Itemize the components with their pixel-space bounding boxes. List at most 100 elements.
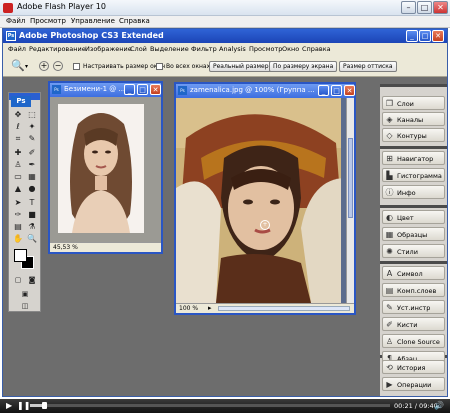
zoom-out-icon[interactable]: − <box>53 61 63 71</box>
healing-brush-tool-icon[interactable]: ✚ <box>12 148 24 158</box>
ps-logo: Ps <box>11 96 31 107</box>
flash-menu-file[interactable]: Файл <box>6 17 25 25</box>
document-canvas[interactable] <box>50 97 161 242</box>
zoom-in-icon[interactable]: + <box>39 61 49 71</box>
crop-tool-icon[interactable]: ⌗ <box>12 134 24 144</box>
panel-button-actions[interactable]: ▶ Операции <box>382 377 445 391</box>
document-window-zamenalica[interactable]: Ps zamenalica.jpg @ 100% (Группа ... _ □… <box>174 82 356 315</box>
panel-button-tool-presets[interactable]: ✎ Уст.инстр <box>382 300 445 314</box>
ps-maximize-button[interactable]: □ <box>419 30 431 42</box>
photoshop-titlebar: Ps Adobe Photoshop CS3 Extended _ □ ✕ <box>3 29 447 43</box>
ps-menu-layer[interactable]: Слой <box>130 45 147 53</box>
ps-menu-analysis[interactable]: Analysis <box>219 45 246 53</box>
resize-windows-checkbox[interactable] <box>73 63 80 70</box>
document-titlebar[interactable]: Ps zamenalica.jpg @ 100% (Группа ... _ □… <box>176 84 355 98</box>
dodge-tool-icon[interactable]: ● <box>26 184 38 194</box>
ps-menu-edit[interactable]: Редактирование <box>29 45 86 53</box>
status-menu-arrow-icon[interactable]: ▸ <box>208 304 212 313</box>
progress-bar[interactable] <box>30 402 390 409</box>
pause-icon[interactable]: ❚❚ <box>17 401 30 410</box>
panel-button-color[interactable]: ◐ Цвет <box>382 210 445 224</box>
all-windows-checkbox[interactable] <box>156 63 163 70</box>
ps-menu-filter[interactable]: Фильтр <box>191 45 217 53</box>
ps-close-button[interactable]: ✕ <box>432 30 444 42</box>
panel-button-layer-comps[interactable]: ▤ Комп.слоев <box>382 283 445 297</box>
maximize-button[interactable]: □ <box>417 1 432 14</box>
volume-icon[interactable]: 🔊 <box>434 401 444 410</box>
panel-button-brushes[interactable]: ✐ Кисти <box>382 317 445 331</box>
panel-button-navigator[interactable]: ⊞ Навигатор <box>382 151 445 165</box>
document-canvas[interactable]: + <box>176 98 354 303</box>
ps-minimize-button[interactable]: _ <box>406 30 418 42</box>
gradient-tool-icon[interactable]: ▦ <box>26 172 38 182</box>
ps-menu-view[interactable]: Просмотр <box>249 45 282 53</box>
ps-menu-window[interactable]: Окно <box>282 45 299 53</box>
slice-tool-icon[interactable]: ✎ <box>26 134 38 144</box>
foreground-color-swatch[interactable] <box>14 249 27 262</box>
doc-close-button[interactable]: ✕ <box>150 84 161 95</box>
clone-stamp-tool-icon[interactable]: ♙ <box>12 160 24 170</box>
ps-menu-image[interactable]: Изображение <box>85 45 132 53</box>
resize-windows-label: Настраивать размер окон <box>83 63 166 70</box>
dropdown-arrow-icon[interactable]: ▾ <box>25 63 31 70</box>
scrollbar-thumb[interactable] <box>348 138 353 218</box>
channels-icon: ◈ <box>386 115 393 124</box>
standard-mode-icon[interactable]: ▢ <box>12 275 24 285</box>
blur-tool-icon[interactable]: ▲ <box>12 184 24 194</box>
print-size-button[interactable]: Размер оттиска <box>339 61 397 72</box>
document-titlebar[interactable]: Ps Безимени-1 @ ... _ □ ✕ <box>50 83 161 97</box>
pen-tool-icon[interactable]: ✑ <box>12 210 24 220</box>
panel-button-paths[interactable]: ◇ Контуры <box>382 128 445 142</box>
doc-minimize-button[interactable]: _ <box>124 84 135 95</box>
lasso-tool-icon[interactable]: ℓ <box>12 122 24 132</box>
vertical-scrollbar[interactable] <box>346 98 354 303</box>
zoom-tool-icon[interactable]: 🔍 <box>11 59 25 73</box>
panel-button-info[interactable]: ⓘ Инфо <box>382 185 445 199</box>
character-icon: A <box>386 269 393 278</box>
notes-tool-icon[interactable]: ▤ <box>12 222 24 232</box>
flash-menu-help[interactable]: Справка <box>119 17 150 25</box>
doc-maximize-button[interactable]: □ <box>137 84 148 95</box>
doc-close-button[interactable]: ✕ <box>344 85 355 96</box>
panel-button-character[interactable]: A Символ <box>382 266 445 280</box>
horizontal-scrollbar[interactable] <box>218 306 350 311</box>
screen-mode-icon[interactable]: ▣ <box>19 289 31 299</box>
ps-menu-file[interactable]: Файл <box>8 45 26 53</box>
close-button[interactable]: ✕ <box>433 1 448 14</box>
panel-button-history[interactable]: ⟲ История <box>382 360 445 374</box>
shape-tool-icon[interactable]: ■ <box>26 210 38 220</box>
history-brush-tool-icon[interactable]: ✒ <box>26 160 38 170</box>
play-icon[interactable]: ▶ <box>6 401 12 410</box>
flash-player-title: Adobe Flash Player 10 <box>17 2 106 11</box>
hand-tool-icon[interactable]: ✋ <box>12 234 24 244</box>
magic-wand-tool-icon[interactable]: ✦ <box>26 122 38 132</box>
actual-pixels-button[interactable]: Реальный размер <box>209 61 273 72</box>
panel-button-channels[interactable]: ◈ Каналы <box>382 112 445 126</box>
fit-screen-button[interactable]: По размеру экрана <box>269 61 338 72</box>
panel-button-histogram[interactable]: ▙ Гистограмма <box>382 168 445 182</box>
type-tool-icon[interactable]: T <box>26 198 38 208</box>
document-window-untitled[interactable]: Ps Безимени-1 @ ... _ □ ✕ 45,53 % <box>48 81 163 254</box>
flash-menu-control[interactable]: Управление <box>71 17 115 25</box>
ps-menu-help[interactable]: Справка <box>302 45 331 53</box>
eraser-tool-icon[interactable]: ▭ <box>12 172 24 182</box>
flash-menu-view[interactable]: Просмотр <box>30 17 66 25</box>
panel-button-clone-source[interactable]: ♙ Clone Source <box>382 334 445 348</box>
move-tool-icon[interactable]: ✥ <box>12 110 24 120</box>
minimize-button[interactable]: – <box>401 1 416 14</box>
imageready-icon[interactable]: ◫ <box>19 301 31 311</box>
marquee-tool-icon[interactable]: ⬚ <box>26 110 38 120</box>
panel-button-swatches[interactable]: ▦ Образцы <box>382 227 445 241</box>
doc-maximize-button[interactable]: □ <box>331 85 342 96</box>
eyedropper-tool-icon[interactable]: ⚗ <box>26 222 38 232</box>
zoom-tool-icon-small[interactable]: 🔍 <box>26 234 38 244</box>
brush-tool-icon[interactable]: ✐ <box>26 148 38 158</box>
document-icon: Ps <box>178 86 187 95</box>
ps-menu-select[interactable]: Выделение <box>150 45 189 53</box>
doc-minimize-button[interactable]: _ <box>318 85 329 96</box>
panel-button-layers[interactable]: ❐ Слои <box>382 96 445 110</box>
quick-mask-icon[interactable]: ◙ <box>26 275 38 285</box>
path-selection-tool-icon[interactable]: ➤ <box>12 198 24 208</box>
panel-button-styles[interactable]: ✺ Стили <box>382 244 445 258</box>
progress-knob[interactable] <box>42 402 48 409</box>
